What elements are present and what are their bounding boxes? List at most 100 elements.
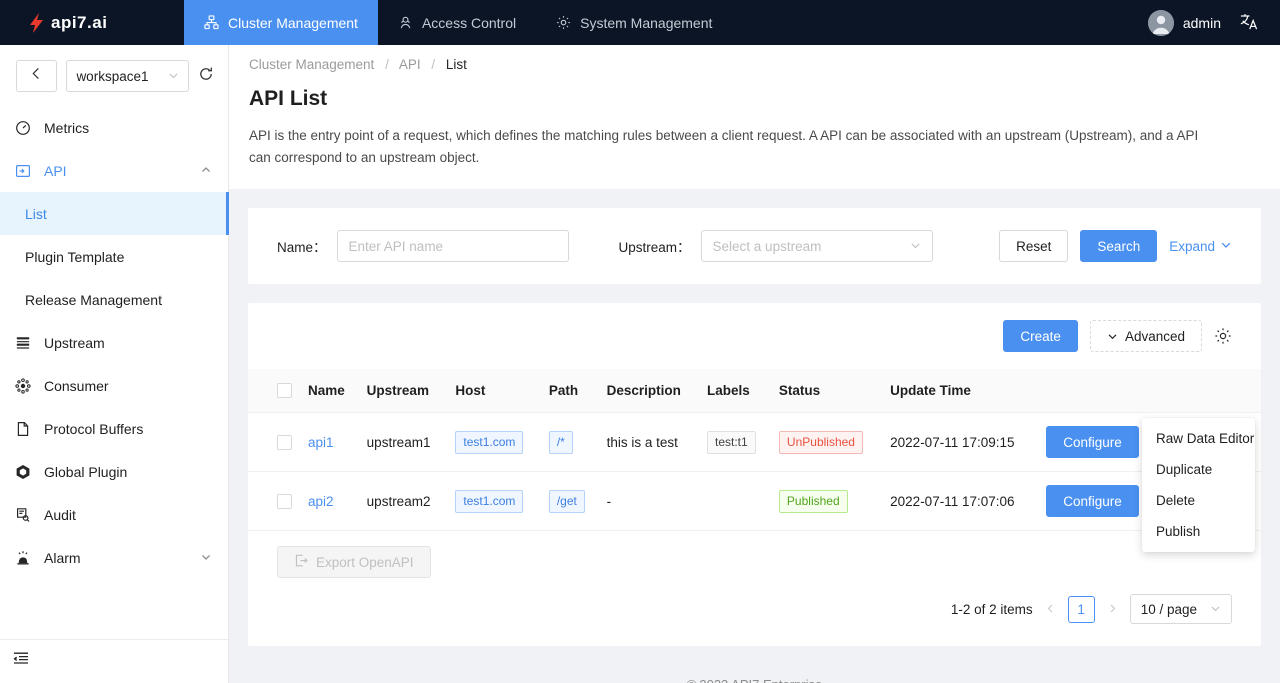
expand-label: Expand xyxy=(1169,238,1215,254)
breadcrumb-item-2: List xyxy=(445,57,467,72)
pagination: 1-2 of 2 items 1 10 / page xyxy=(248,578,1261,646)
api-name-link[interactable]: api2 xyxy=(308,494,334,509)
nav-item-access-control[interactable]: Access Control xyxy=(378,0,536,45)
expand-toggle[interactable]: Expand xyxy=(1169,239,1232,254)
sidebar-item-upstream[interactable]: Upstream xyxy=(0,321,228,364)
select-all-header xyxy=(248,369,300,413)
sidebar-label-api: API xyxy=(44,162,67,179)
configure-button[interactable]: Configure xyxy=(1046,426,1139,458)
breadcrumb-item-0[interactable]: Cluster Management xyxy=(249,57,374,72)
chevron-right-icon[interactable] xyxy=(1104,602,1121,617)
search-input[interactable] xyxy=(336,230,569,262)
upstream-select[interactable]: Select a upstream xyxy=(700,230,933,262)
cube-icon xyxy=(14,464,31,480)
cell-labels xyxy=(699,471,771,531)
menu-item-publish[interactable]: Publish xyxy=(1142,516,1255,547)
gear-icon[interactable] xyxy=(1214,327,1232,345)
col-actions xyxy=(1038,369,1261,413)
cell-labels: test:t1 xyxy=(699,412,771,472)
cell-status: UnPublished xyxy=(770,412,883,472)
upstream-icon xyxy=(14,335,31,351)
page-header: Cluster Management / API / List API List… xyxy=(229,45,1280,189)
nav-label-cluster-management: Cluster Management xyxy=(228,14,358,31)
page-number-1[interactable]: 1 xyxy=(1067,595,1095,623)
sidebar-item-metrics[interactable]: Metrics xyxy=(0,106,228,149)
breadcrumb-item-1[interactable]: API xyxy=(399,57,421,72)
row-select-cell xyxy=(248,412,300,472)
sidebar-label-audit: Audit xyxy=(44,506,76,523)
page-size-select[interactable]: 10 / page xyxy=(1129,594,1232,624)
breadcrumb-separator: / xyxy=(431,57,436,72)
sidebar-label-alarm: Alarm xyxy=(44,549,81,566)
cell-update-time: 2022-07-11 17:09:15 xyxy=(882,412,1039,472)
sidebar-item-api[interactable]: API xyxy=(0,149,228,192)
cell-upstream: upstream1 xyxy=(358,412,448,472)
breadcrumb: Cluster Management / API / List xyxy=(249,57,1260,72)
row-checkbox[interactable] xyxy=(277,493,292,509)
table-body: api1 upstream1 test1.com /* this is a te… xyxy=(248,412,1261,531)
path-tag: /get xyxy=(548,489,585,513)
col-host: Host xyxy=(447,369,541,413)
sidebar-label-release-management: Release Management xyxy=(25,291,162,308)
advanced-button[interactable]: Advanced xyxy=(1089,320,1202,352)
row-checkbox[interactable] xyxy=(277,434,292,450)
api-table-card: Create Advanced Name Upstream Host Path … xyxy=(248,303,1261,646)
page-footer: ©2022 API7 Enterprise xyxy=(229,665,1280,683)
copyright-icon: © xyxy=(687,677,697,683)
sidebar-label-plugin-template: Plugin Template xyxy=(25,248,125,265)
sidebar-item-consumer[interactable]: Consumer xyxy=(0,364,228,407)
sidebar-item-list[interactable]: List xyxy=(0,192,229,235)
col-upstream: Upstream xyxy=(358,369,448,413)
back-button[interactable] xyxy=(16,60,58,92)
menu-item-delete[interactable]: Delete xyxy=(1142,485,1255,516)
upstream-field-label: Upstream： xyxy=(618,240,691,255)
search-button[interactable]: Search xyxy=(1080,230,1158,262)
metrics-icon xyxy=(14,120,31,136)
workspace-select[interactable]: workspace1 xyxy=(66,60,189,92)
table-footer: Export OpenAPI xyxy=(248,531,1261,578)
sidebar-label-metrics: Metrics xyxy=(44,119,90,136)
row-select-cell xyxy=(248,471,300,531)
menu-item-raw-data-editor[interactable]: Raw Data Editor xyxy=(1142,423,1255,454)
select-all-checkbox[interactable] xyxy=(277,383,292,398)
refresh-button[interactable] xyxy=(198,66,214,87)
sidebar-label-list: List xyxy=(25,205,47,222)
sidebar-item-alarm[interactable]: Alarm xyxy=(0,536,228,579)
create-button[interactable]: Create xyxy=(1003,320,1078,352)
sidebar-item-global-plugin[interactable]: Global Plugin xyxy=(0,450,228,493)
sidebar-item-protocol-buffers[interactable]: Protocol Buffers xyxy=(0,407,228,450)
footer-text: 2022 API7 Enterprise xyxy=(699,677,822,683)
col-status: Status xyxy=(770,369,883,413)
nav-right-group: admin xyxy=(1147,0,1280,45)
chevron-left-icon[interactable] xyxy=(1042,602,1059,617)
table-row: api2 upstream2 test1.com /get - Publishe… xyxy=(248,471,1261,531)
menu-item-duplicate[interactable]: Duplicate xyxy=(1142,454,1255,485)
sidebar: workspace1 Metrics API List Plugin Templ… xyxy=(0,45,229,683)
bolt-icon xyxy=(30,12,44,33)
chevron-up-icon xyxy=(200,163,212,179)
nav-item-cluster-management[interactable]: Cluster Management xyxy=(184,0,378,45)
sidebar-item-release-management[interactable]: Release Management xyxy=(0,278,228,321)
user-menu[interactable]: admin xyxy=(1147,9,1221,36)
configure-button[interactable]: Configure xyxy=(1046,485,1139,517)
export-icon xyxy=(294,553,309,571)
sidebar-item-audit[interactable]: Audit xyxy=(0,493,228,536)
status-badge: UnPublished xyxy=(778,430,863,454)
cell-upstream: upstream2 xyxy=(358,471,448,531)
arrow-left-icon xyxy=(29,66,44,86)
page-size-value: 10 / page xyxy=(1140,601,1197,617)
api-name-link[interactable]: api1 xyxy=(308,435,334,450)
sidebar-item-plugin-template[interactable]: Plugin Template xyxy=(0,235,228,278)
reset-button[interactable]: Reset xyxy=(999,230,1069,262)
brand-logo[interactable]: api7.ai xyxy=(0,0,184,45)
sidebar-label-global-plugin: Global Plugin xyxy=(44,463,128,480)
cell-host: test1.com xyxy=(447,412,541,472)
name-field-label: Name： xyxy=(277,240,327,255)
collapse-menu-icon[interactable] xyxy=(12,650,30,673)
chevron-down-icon xyxy=(200,550,212,566)
translate-icon[interactable] xyxy=(1239,12,1258,34)
page-description: API is the entry point of a request, whi… xyxy=(249,128,1199,165)
nav-item-system-management[interactable]: System Management xyxy=(536,0,732,45)
nav-label-access-control: Access Control xyxy=(421,14,517,31)
breadcrumb-separator: / xyxy=(385,57,389,72)
